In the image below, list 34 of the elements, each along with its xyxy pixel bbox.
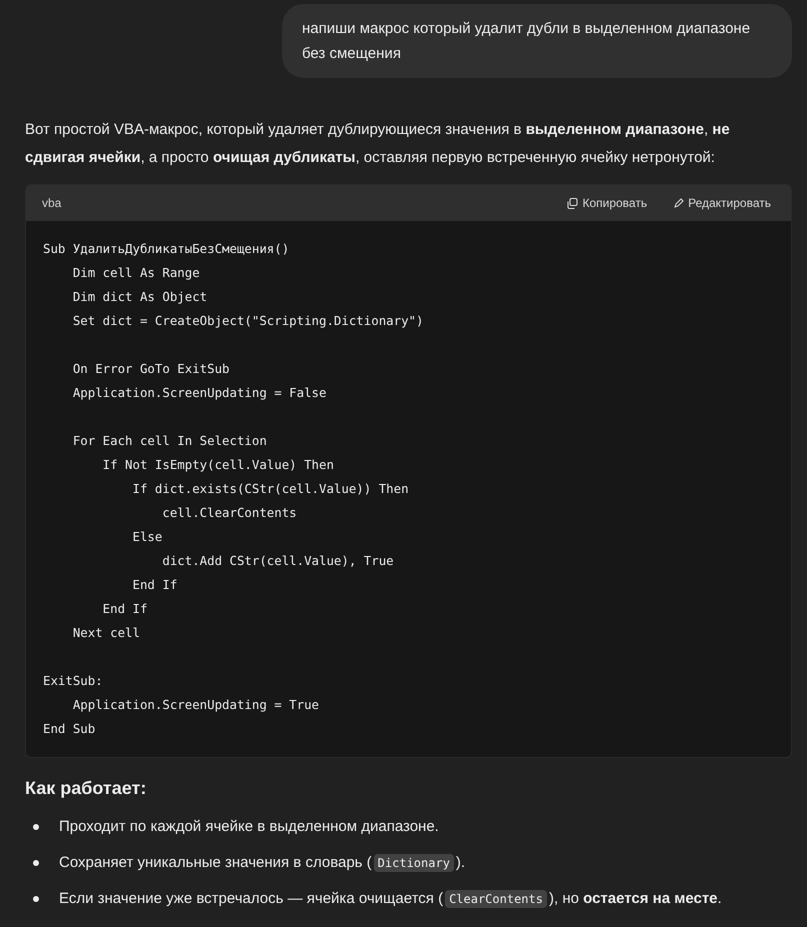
code-line: If dict.exists(CStr(cell.Value)) Then (132, 480, 410, 498)
code-line: Application.ScreenUpdating = True (72, 696, 320, 714)
edit-button[interactable]: Редактировать (669, 194, 775, 212)
code-line: Dim dict As Object (72, 288, 208, 306)
code-line: Set dict = CreateObject("Scripting.Dictionary") (72, 312, 424, 330)
list-item-text: Проходит по каждой ячейке в выделенном диапазоне. (59, 817, 439, 837)
code-line: Dim cell As Range (72, 264, 201, 282)
inline-code: Dictionary (374, 854, 454, 872)
code-line: Else (132, 528, 164, 546)
pencil-icon (673, 198, 684, 208)
list-item-text: Если значение уже встречалось — ячейка очищается ( ClearContents ), но остается на месте. (59, 889, 722, 910)
inline-code: ClearContents (445, 890, 547, 908)
copy-button[interactable]: Копировать (563, 194, 652, 212)
code-line: Application.ScreenUpdating = False (72, 384, 328, 402)
code-line: If Not IsEmpty(cell.Value) Then (102, 456, 335, 474)
user-message: напиши макрос который удалит дубли в выделенном диапазоне без смещения (282, 4, 792, 78)
code-line: Sub УдалитьДубликатыБезСмещения() (43, 240, 290, 258)
code-line: On Error GoTo ExitSub (72, 360, 230, 378)
list-item-text: Сохраняет уникальные значения в словарь ( Dictionary ). (59, 853, 466, 874)
code-line: Next cell (72, 624, 141, 642)
bullet-icon (33, 860, 39, 866)
section-heading: Как работает: (25, 778, 148, 799)
response-paragraph: Вот простой VBA-макрос, который удаляет дублирующиеся значения в выделенном диапазоне, не сдвигая ячейки, а просто очищая дубликаты, оставляя первую встреченную ячейку нетронутой: (25, 120, 731, 168)
code-language-label: vba (42, 196, 62, 210)
copy-icon (567, 198, 578, 208)
bullet-icon (33, 824, 39, 830)
code-line: For Each cell In Selection (72, 432, 268, 450)
code-line: cell.ClearContents (161, 504, 298, 522)
code-line: dict.Add CStr(cell.Value), True (161, 552, 395, 570)
bullet-icon (33, 896, 39, 902)
code-line: End If (132, 576, 178, 594)
code-line: ExitSub: (43, 672, 104, 690)
code-line: End Sub (43, 720, 96, 738)
code-line: End If (102, 600, 148, 618)
